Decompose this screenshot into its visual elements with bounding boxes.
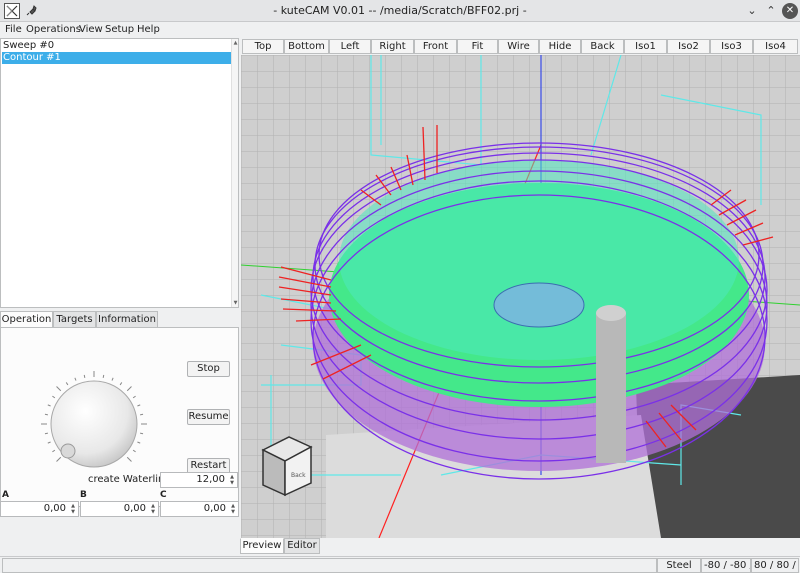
status-bar: Steel -80 / -80 / 0 80 / 80 / 20	[0, 556, 800, 573]
view-hide-button[interactable]: Hide	[539, 39, 581, 54]
axis-c-label: C	[160, 490, 167, 500]
dial-tick	[119, 382, 123, 386]
axis-a-label: A	[2, 490, 9, 500]
spin-down-icon[interactable]: ▼	[228, 480, 236, 486]
axis-c-spinbox[interactable]: 0,00 ▲ ▼	[160, 501, 239, 517]
center-hole	[493, 282, 585, 328]
view-cube[interactable]: Back	[261, 436, 313, 497]
tab-operation[interactable]: Operation	[0, 311, 53, 328]
axis-b-label: B	[80, 490, 87, 500]
status-message	[2, 558, 657, 573]
viewport-canvas[interactable]: Back	[241, 55, 800, 538]
dial-tick	[44, 413, 49, 416]
view-back-button[interactable]: Back	[581, 39, 624, 54]
dial-tick	[83, 374, 86, 379]
view-cube-label: Back	[291, 472, 306, 479]
view-iso1-button[interactable]: Iso1	[624, 39, 667, 54]
dial-tick	[126, 456, 132, 462]
menu-setup[interactable]: Setup	[105, 24, 134, 35]
dial-tick	[137, 441, 141, 444]
view-bottom-button[interactable]: Bottom	[284, 39, 329, 54]
scroll-down-icon[interactable]: ▼	[232, 300, 239, 306]
part-highlight	[339, 160, 739, 360]
view-front-button[interactable]: Front	[414, 39, 457, 54]
tab-targets[interactable]: Targets	[53, 311, 96, 328]
view-iso2-button[interactable]: Iso2	[667, 39, 710, 54]
dial-tick	[56, 456, 62, 462]
status-coords-min: -80 / -80 / 0	[701, 558, 751, 573]
view-wire-button[interactable]: Wire	[498, 39, 539, 54]
pin-top	[596, 305, 626, 321]
pin-cylinder	[596, 313, 626, 463]
dial-tick	[132, 449, 136, 453]
axis-a-spinbox[interactable]: 0,00 ▲ ▼	[0, 501, 79, 517]
list-item-contour[interactable]: Contour #1	[2, 52, 232, 64]
operations-list[interactable]: Sweep #0 Contour #1 ▲ ▼	[0, 38, 239, 308]
dial-tick	[139, 432, 144, 435]
feed-dial[interactable]	[41, 371, 147, 477]
list-item-sweep[interactable]: Sweep #0	[2, 40, 232, 52]
list-scrollbar[interactable]: ▲ ▼	[231, 39, 238, 307]
view-top-button[interactable]: Top	[242, 39, 284, 54]
dial-tick	[74, 377, 77, 381]
scroll-up-icon[interactable]: ▲	[232, 40, 239, 46]
dial-tick	[52, 395, 56, 399]
view-right-button[interactable]: Right	[371, 39, 414, 54]
status-coords-max: 80 / 80 / 20	[751, 558, 799, 573]
menu-file[interactable]: File	[5, 24, 22, 35]
left-panel: Sweep #0 Contour #1 ▲ ▼ Operation Target…	[0, 38, 240, 556]
view-iso3-button[interactable]: Iso3	[710, 39, 753, 54]
stop-button[interactable]: Stop	[187, 361, 230, 377]
waterline-label: create Waterline	[88, 474, 171, 485]
dial-tick	[44, 432, 49, 435]
spin-down-icon[interactable]: ▼	[69, 509, 77, 515]
maximize-icon[interactable]: ⌃	[763, 3, 779, 19]
resume-button[interactable]: Resume	[187, 409, 230, 425]
status-material: Steel	[657, 558, 701, 573]
dial-tick	[139, 413, 144, 416]
close-icon[interactable]: ✕	[782, 3, 798, 19]
dial-tick	[126, 386, 132, 392]
axis-a-value[interactable]: 0,00	[44, 503, 66, 514]
waterline-value[interactable]: 12,00	[196, 474, 225, 485]
menu-help[interactable]: Help	[137, 24, 160, 35]
dial-tick	[52, 449, 56, 453]
minimize-icon[interactable]: ⌄	[744, 3, 760, 19]
tab-editor[interactable]: Editor	[284, 538, 320, 554]
tab-information[interactable]: Information	[96, 311, 158, 328]
menu-view[interactable]: View	[79, 24, 103, 35]
view-toolbar: Top Bottom Left Right Front Fit Wire Hid…	[240, 38, 800, 55]
menu-bar: File Operations View Setup Help	[0, 22, 800, 38]
title-bar: - kuteCAM V0.01 -- /media/Scratch/BFF02.…	[0, 0, 800, 22]
menu-operations[interactable]: Operations	[26, 24, 81, 35]
view-left-button[interactable]: Left	[329, 39, 371, 54]
axis-b-value[interactable]: 0,00	[124, 503, 146, 514]
operation-tabs: Operation Targets Information	[0, 311, 240, 328]
axis-c-value[interactable]: 0,00	[204, 503, 226, 514]
dial-tick	[111, 377, 114, 381]
view-iso4-button[interactable]: Iso4	[753, 39, 798, 54]
spin-down-icon[interactable]: ▼	[149, 509, 157, 515]
dial-tick	[137, 404, 141, 407]
axis-b-spinbox[interactable]: 0,00 ▲ ▼	[80, 501, 159, 517]
dial-tick	[56, 386, 62, 392]
dial-tick	[65, 382, 69, 386]
waterline-spinbox[interactable]: 12,00 ▲ ▼	[160, 472, 238, 488]
dial-tick	[47, 404, 51, 407]
spin-down-icon[interactable]: ▼	[229, 509, 237, 515]
bottom-tabs: Preview Editor	[240, 538, 800, 554]
3d-viewport[interactable]: Back	[241, 55, 800, 538]
window-title: - kuteCAM V0.01 -- /media/Scratch/BFF02.…	[273, 4, 527, 17]
dial-tick	[102, 374, 105, 379]
view-fit-button[interactable]: Fit	[457, 39, 498, 54]
tab-preview[interactable]: Preview	[240, 538, 284, 554]
dial-tick	[132, 395, 136, 399]
dial-tick	[47, 441, 51, 444]
